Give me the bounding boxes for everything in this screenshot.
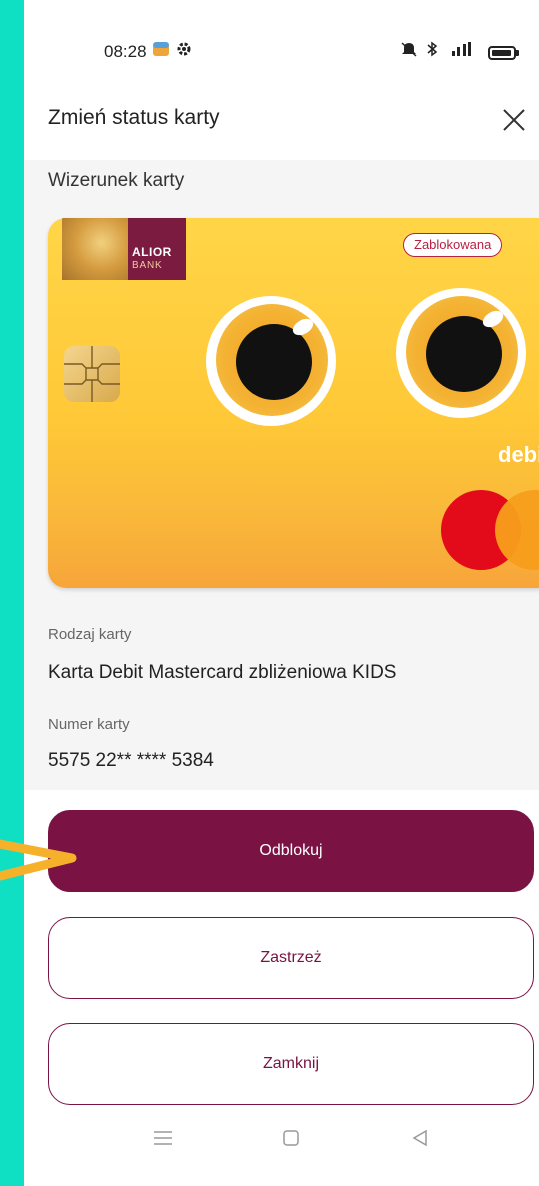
page-title: Zmień status karty bbox=[48, 106, 220, 129]
gear-icon bbox=[176, 41, 192, 61]
home-nav-icon[interactable] bbox=[281, 1128, 301, 1154]
battery-tip bbox=[516, 50, 519, 56]
card-type-label: Rodzaj karty bbox=[48, 626, 132, 643]
bluetooth-icon bbox=[426, 41, 438, 61]
card-number-value: 5575 22** **** 5384 bbox=[48, 750, 214, 771]
card-type-value: Karta Debit Mastercard zbliżeniowa KIDS bbox=[48, 662, 397, 683]
card-type-text: debit bbox=[498, 442, 539, 467]
annotation-arrow-icon bbox=[0, 839, 77, 881]
card-details: Wizerunek karty ALIOR BANK Zablokowana d bbox=[24, 160, 539, 790]
status-time: 08:28 bbox=[104, 42, 147, 61]
storage-icon bbox=[152, 41, 170, 61]
reserve-button[interactable]: Zastrzeż bbox=[48, 917, 534, 999]
chip-icon bbox=[64, 346, 120, 402]
bank-logo: ALIOR BANK bbox=[62, 218, 186, 280]
close-icon[interactable] bbox=[496, 102, 532, 138]
system-nav-bar bbox=[24, 1110, 539, 1186]
signal-icon bbox=[450, 41, 474, 61]
mute-icon bbox=[400, 41, 418, 61]
dialog-header: Zmień status karty bbox=[24, 90, 539, 160]
close-button[interactable]: Zamknij bbox=[48, 1023, 534, 1105]
card-image: ALIOR BANK Zablokowana debit bbox=[48, 218, 539, 588]
back-nav-icon[interactable] bbox=[410, 1128, 430, 1154]
card-image-label: Wizerunek karty bbox=[48, 170, 185, 191]
phone-screen: 08:28 Zmień status karty Wizerunek karty bbox=[24, 0, 539, 1186]
card-number-label: Numer karty bbox=[48, 716, 130, 733]
status-badge: Zablokowana bbox=[403, 233, 503, 257]
battery-icon bbox=[488, 46, 516, 60]
logo-text-alior: ALIOR bbox=[132, 245, 172, 259]
logo-text-bank: BANK bbox=[132, 260, 163, 271]
unblock-button[interactable]: Odblokuj bbox=[48, 810, 534, 892]
menu-nav-icon[interactable] bbox=[152, 1128, 174, 1154]
logo-emblem bbox=[62, 218, 128, 280]
